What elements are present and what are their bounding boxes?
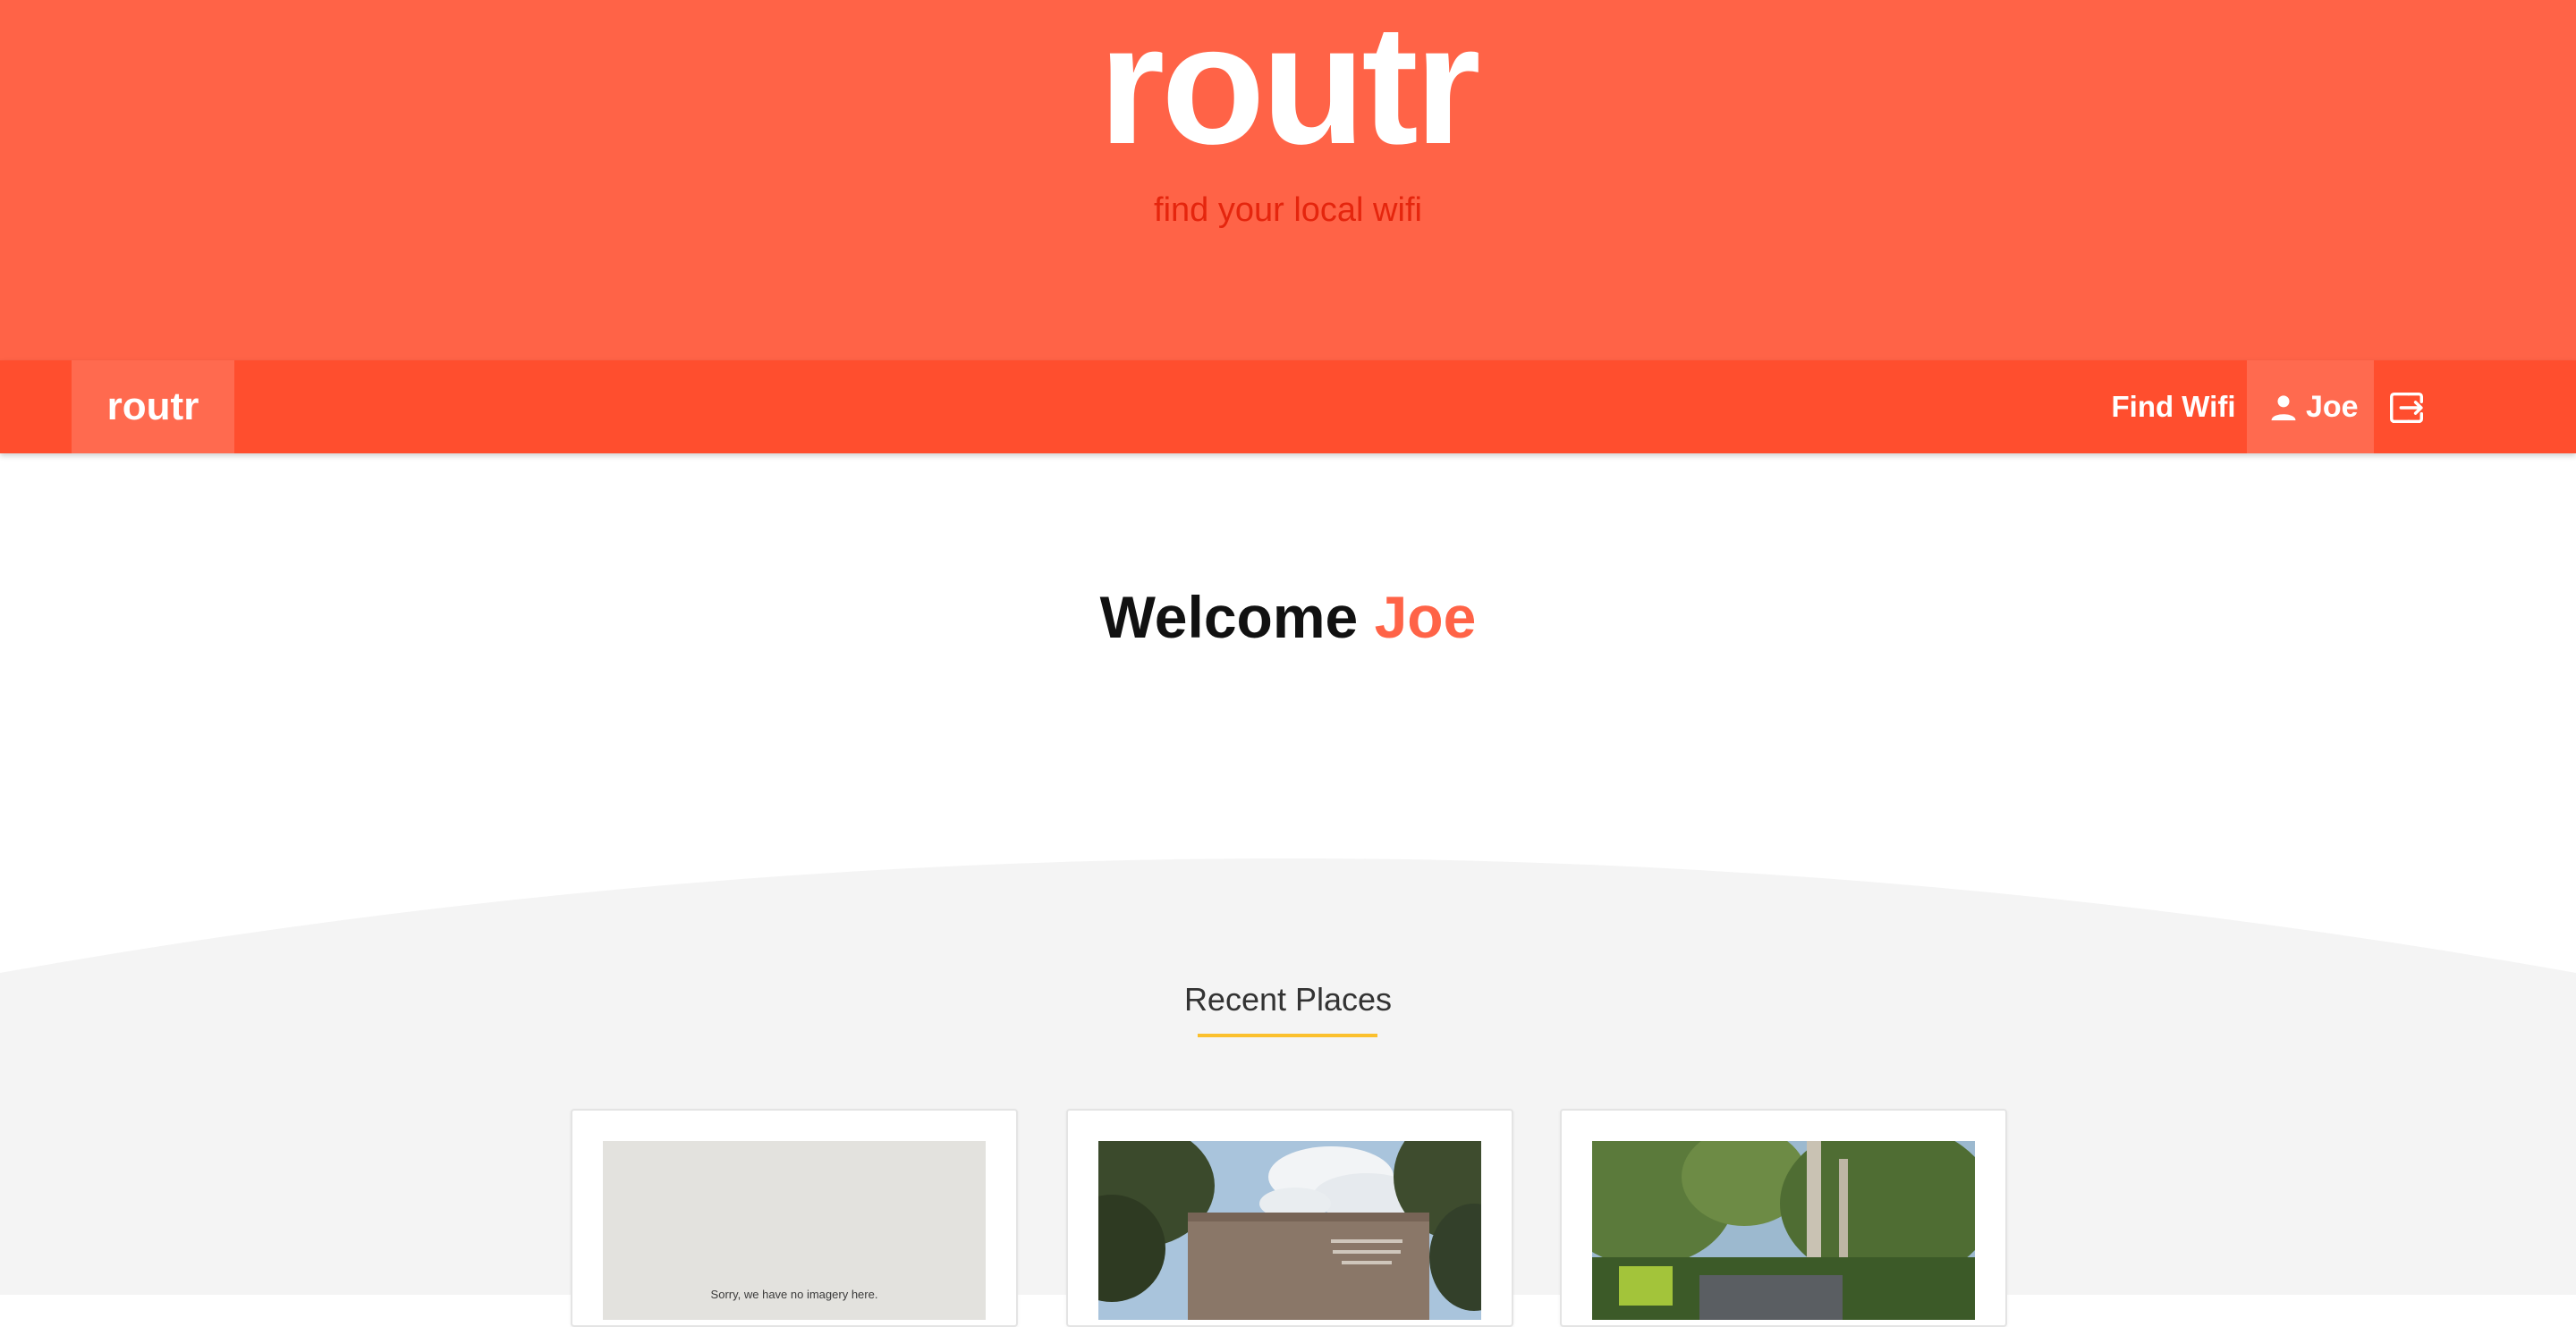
place-card[interactable] [1560, 1109, 2007, 1327]
place-image [1098, 1141, 1481, 1320]
hero-title: routr [1098, 0, 1480, 180]
place-card[interactable] [1066, 1109, 1513, 1327]
user-name: Joe [2306, 390, 2359, 424]
place-image [1592, 1141, 1975, 1320]
street-view-library-image [1098, 1141, 1481, 1320]
person-icon [2271, 395, 2296, 421]
title-underline [1198, 1034, 1377, 1037]
hero-banner: routr find your local wifi [0, 0, 2576, 360]
welcome-heading: Welcome Joe [0, 572, 2576, 662]
place-image: Sorry, we have no imagery here. [603, 1141, 986, 1320]
find-wifi-link[interactable]: Find Wifi [2104, 360, 2243, 453]
hero-tagline: find your local wifi [1154, 191, 1422, 229]
navbar: routr Find Wifi Joe [0, 360, 2576, 453]
welcome-prefix: Welcome [1099, 584, 1359, 650]
welcome-user-name: Joe [1374, 584, 1477, 650]
navbar-brand-link[interactable]: routr [72, 360, 234, 453]
recent-places-title: Recent Places [1183, 981, 1393, 1018]
logout-button[interactable] [2386, 387, 2428, 428]
logout-icon [2390, 392, 2424, 424]
place-card[interactable]: Sorry, we have no imagery here. [571, 1109, 1018, 1327]
street-view-park-image [1592, 1141, 1975, 1320]
user-profile-link[interactable]: Joe [2247, 360, 2374, 453]
